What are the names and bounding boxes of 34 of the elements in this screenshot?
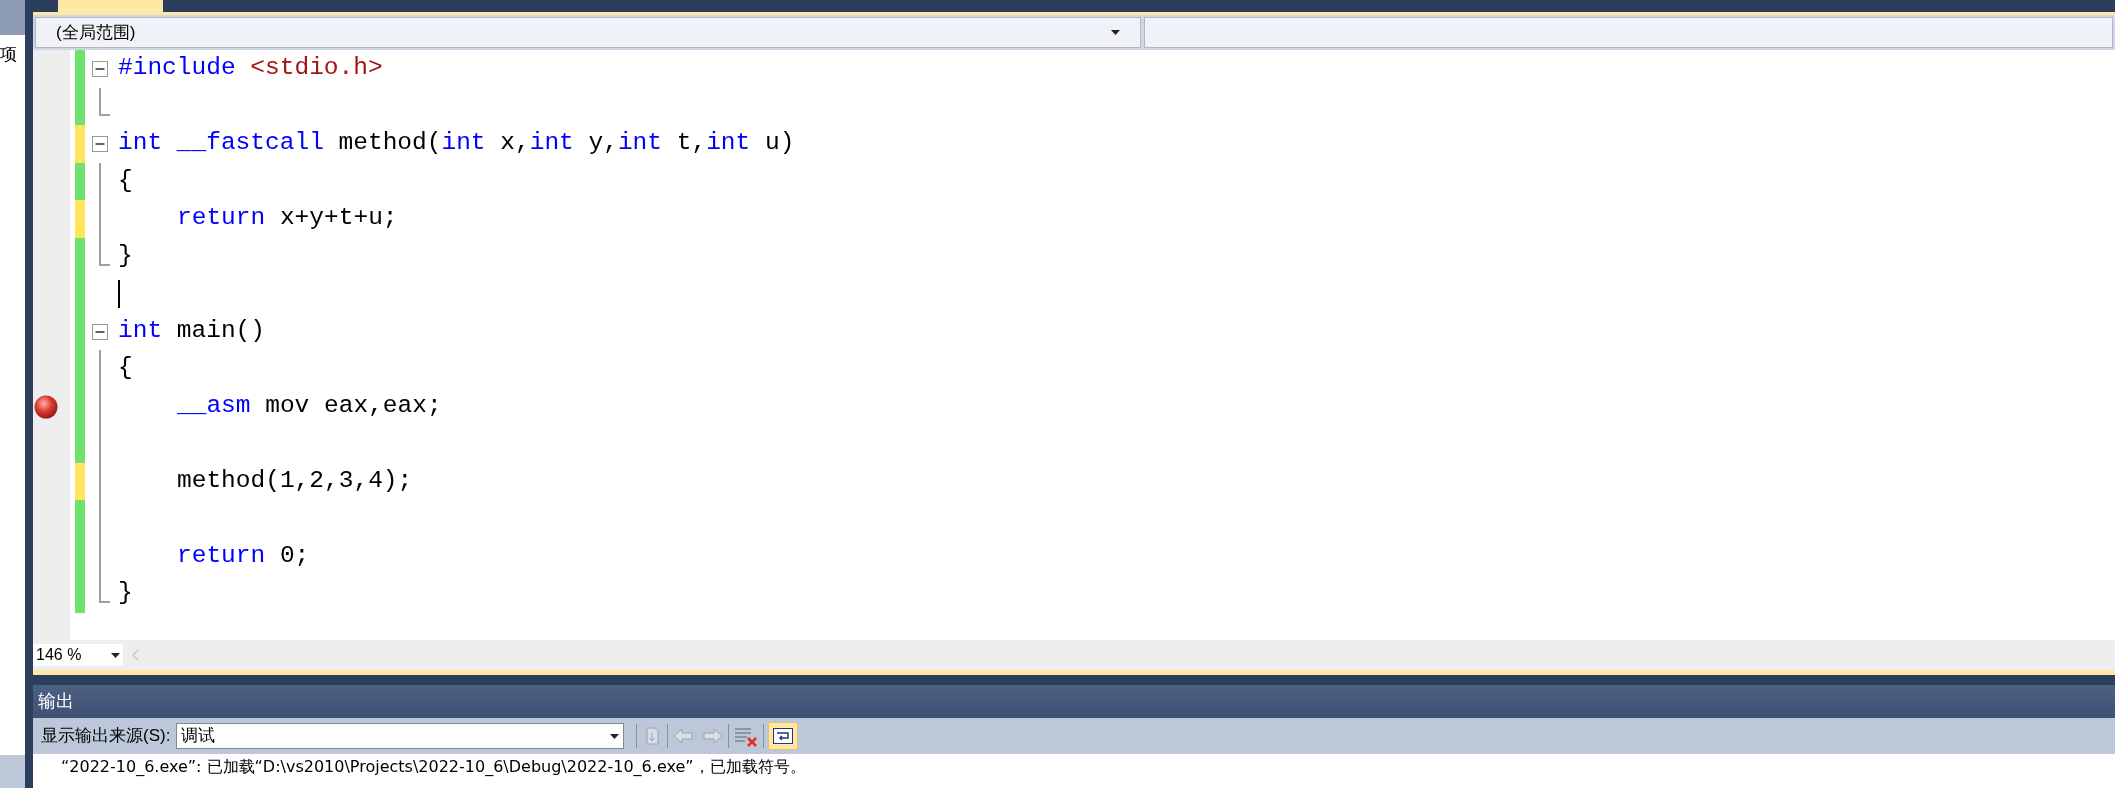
output-line: “2022-10_6.exe”: 已加载“D:\vs2010\Projects\2022-10_6\Debug\2022-10_6.exe”，已加载符号。: [61, 756, 806, 778]
word-wrap-button[interactable]: [768, 722, 799, 750]
scroll-left-icon[interactable]: [131, 649, 139, 661]
breakpoint-icon[interactable]: [34, 394, 58, 419]
collapse-icon[interactable]: [92, 61, 108, 77]
member-dropdown[interactable]: [1144, 17, 2113, 48]
zoom-dropdown[interactable]: 146 %: [33, 644, 123, 666]
panel-title: 输出: [38, 690, 74, 713]
code-line: }: [118, 578, 133, 609]
scope-dropdown[interactable]: (全局范围): [35, 17, 1141, 48]
clear-all-icon[interactable]: [733, 725, 760, 747]
fold-end-line: [99, 575, 110, 603]
code-line: return 0;: [177, 540, 310, 571]
panel-header: [0, 0, 25, 35]
fold-end-line: [99, 237, 110, 266]
code-line: return x+y+t+u;: [177, 203, 398, 234]
source-label: 显示输出来源(S):: [41, 725, 171, 748]
panel-label: 项: [0, 44, 18, 66]
code-line: __asm mov eax,eax;: [177, 390, 442, 421]
code-line: {: [118, 165, 133, 196]
code-line: }: [118, 240, 133, 271]
collapse-icon[interactable]: [92, 136, 108, 152]
word-wrap-icon: [773, 728, 794, 744]
code-line: int main(): [118, 315, 266, 346]
dropdown-arrow-icon: [111, 652, 120, 658]
code-line: #include <stdio.h>: [118, 53, 383, 84]
fold-end-line: [99, 87, 110, 116]
code-line: int __fastcall method(int x,int y,int t,int u): [118, 128, 795, 159]
code-line: method(1,2,3,4);: [177, 465, 413, 496]
code-line: {: [118, 353, 133, 384]
dropdown-arrow-icon: [610, 733, 620, 739]
dropdown-arrow-icon: [1111, 30, 1120, 35]
collapse-icon[interactable]: [92, 323, 108, 340]
source-dropdown[interactable]: 调试: [176, 723, 625, 749]
